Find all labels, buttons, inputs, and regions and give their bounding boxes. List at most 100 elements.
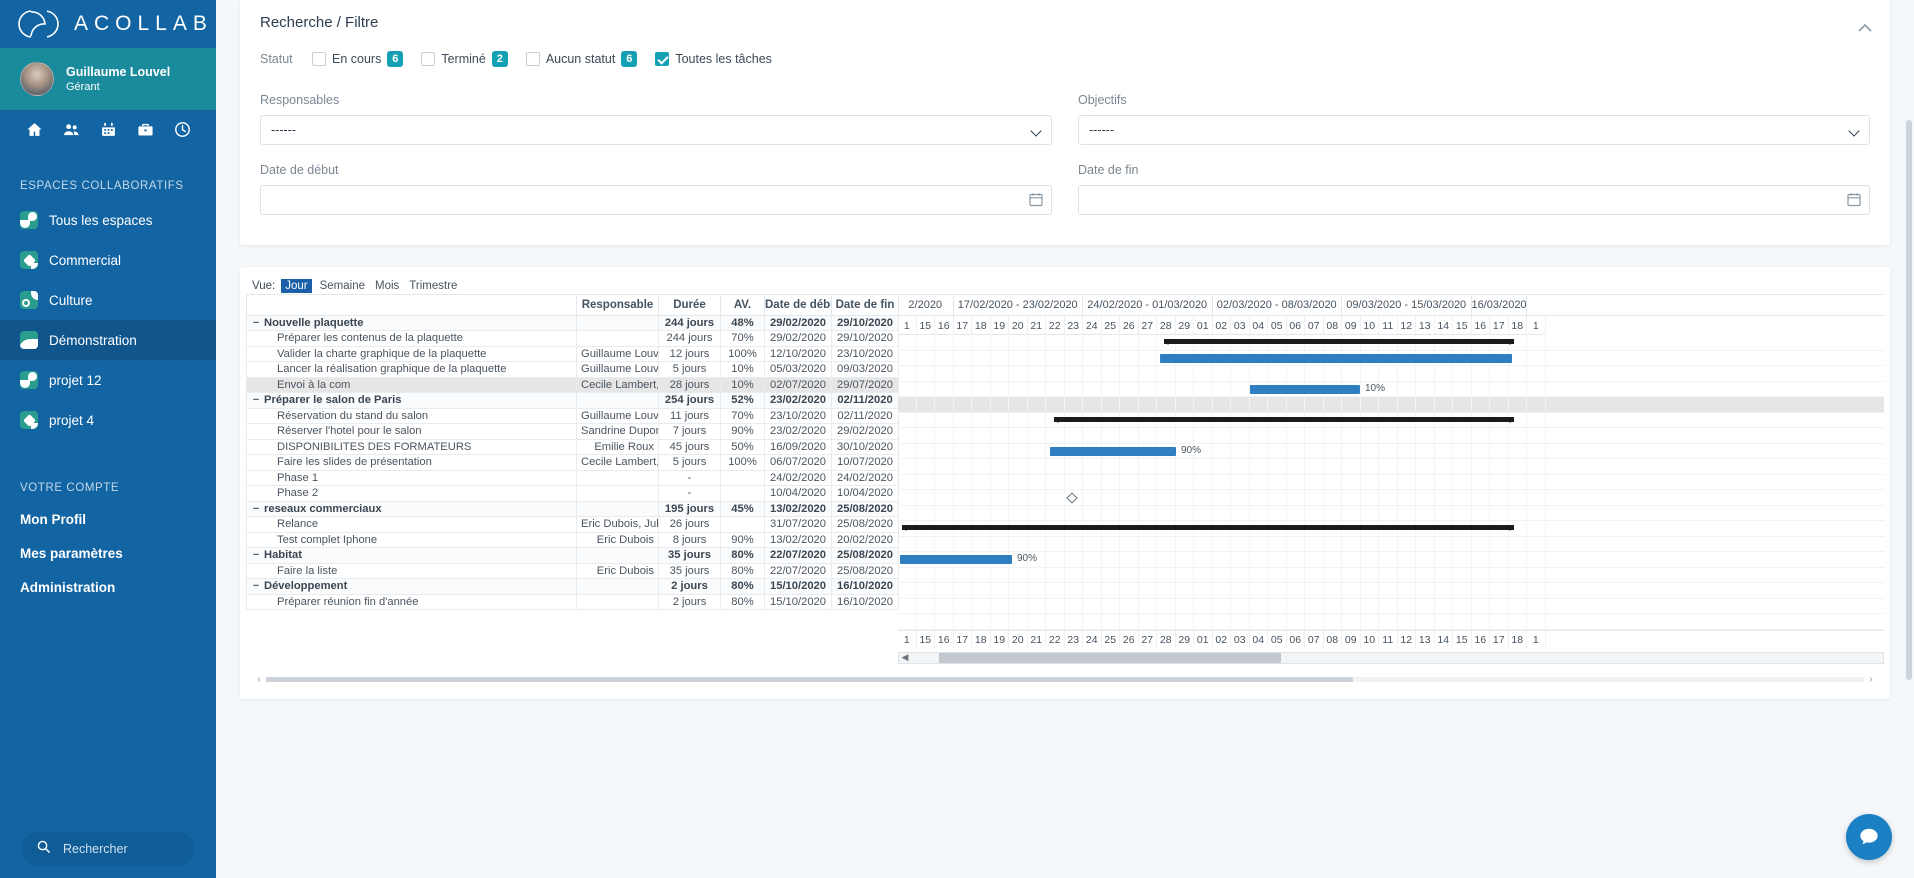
status-option-en-cours[interactable]: En cours 6 <box>312 51 404 67</box>
checkbox-aucun-statut[interactable] <box>525 52 540 66</box>
cell-task-name[interactable]: DISPONIBILITES DES FORMATEURS <box>246 438 577 455</box>
cell-task-name[interactable]: − Préparer le salon de Paris <box>246 392 577 409</box>
table-row[interactable]: Phase 1 - 24/02/2020 24/02/2020 <box>246 469 899 486</box>
scroll-right-icon[interactable]: › <box>1864 674 1878 685</box>
cell-task-name[interactable]: Réservation du stand du salon <box>246 407 577 424</box>
cell-task-name[interactable]: Valider la charte graphique de la plaque… <box>246 345 577 362</box>
date-fin-input[interactable] <box>1078 185 1870 215</box>
gantt-summary-bar[interactable] <box>1054 416 1514 423</box>
collapse-toggle-icon[interactable]: − <box>251 549 261 561</box>
scroll-thumb[interactable] <box>939 652 1281 663</box>
home-icon[interactable] <box>26 121 43 143</box>
table-row[interactable]: Lancer la réalisation graphique de la pl… <box>246 361 899 378</box>
col-av[interactable]: AV. <box>720 295 765 316</box>
cell-task-name[interactable]: Préparer les contenus de la plaquette <box>246 330 577 347</box>
table-row[interactable]: DISPONIBILITES DES FORMATEURS Emilie Roux… <box>246 438 899 455</box>
table-row[interactable]: Préparer les contenus de la plaquette 244… <box>246 330 899 347</box>
scroll-track[interactable] <box>266 676 1864 682</box>
table-row[interactable]: Réserver l'hotel pour le salon Sandrine D… <box>246 423 899 440</box>
table-row[interactable]: Envoi à la com Cecile Lambert, Le28 jours… <box>246 376 899 393</box>
table-row[interactable]: − Préparer le salon de Paris 254 jours 52% 2… <box>246 392 899 409</box>
cell-task-name[interactable]: − Nouvelle plaquette <box>246 314 577 331</box>
sidebar-item-projet-12[interactable]: projet 12 <box>0 360 216 400</box>
collapse-toggle-icon[interactable]: − <box>251 317 261 329</box>
view-option-mois[interactable]: Mois <box>373 280 401 292</box>
date-fin-wrap[interactable] <box>1078 185 1870 215</box>
gantt-task-bar[interactable] <box>1160 353 1512 363</box>
cell-task-name[interactable]: Préparer réunion fin d'année <box>246 593 577 610</box>
cell-task-name[interactable]: Lancer la réalisation graphique de la pl… <box>246 361 577 378</box>
cell-task-name[interactable]: − Développement <box>246 578 577 595</box>
cell-task-name[interactable]: Relance <box>246 516 577 533</box>
table-row[interactable]: Réservation du stand du salon Guillaume L… <box>246 407 899 424</box>
responsables-select[interactable]: ------ <box>260 115 1052 145</box>
table-row[interactable]: − Développement 2 jours 80% 15/10/2020 16/10/… <box>246 578 899 595</box>
gantt-task-bar[interactable] <box>1250 384 1360 394</box>
status-option-termine[interactable]: Terminé 2 <box>421 51 508 67</box>
page-scrollbar[interactable] <box>1906 120 1912 680</box>
sidebar-item-administration[interactable]: Administration <box>0 570 216 604</box>
cell-task-name[interactable]: Test complet Iphone <box>246 531 577 548</box>
user-card[interactable]: Guillaume Louvel Gérant <box>0 48 216 110</box>
scroll-thumb[interactable] <box>266 676 1353 682</box>
checkbox-termine[interactable] <box>421 52 436 66</box>
sidebar-item-mon-profil[interactable]: Mon Profil <box>0 502 216 536</box>
chevron-up-icon[interactable] <box>1858 20 1872 32</box>
search-input[interactable] <box>63 842 173 856</box>
objectifs-select-wrap[interactable]: ------ <box>1078 115 1870 145</box>
gantt-bottom-scrollbar[interactable]: ‹ › <box>252 674 1878 685</box>
sidebar-item-commercial[interactable]: Commercial <box>0 240 216 280</box>
scroll-left-icon[interactable]: ‹ <box>252 674 266 685</box>
gantt-task-bar[interactable] <box>1050 446 1176 456</box>
collapse-toggle-icon[interactable]: − <box>251 580 261 592</box>
gantt-task-bar[interactable] <box>900 555 1012 564</box>
view-option-trimestre[interactable]: Trimestre <box>407 280 459 292</box>
sidebar-item-demonstration[interactable]: Démonstration <box>0 320 216 360</box>
chat-bubble-icon[interactable] <box>1846 814 1892 860</box>
date-debut-input[interactable] <box>260 185 1052 215</box>
table-row[interactable]: Faire la liste Eric Dubois 35 jours 80% 22/0… <box>246 562 899 579</box>
status-option-aucun-statut[interactable]: Aucun statut 6 <box>525 51 638 67</box>
col-name[interactable] <box>246 295 577 316</box>
sidebar-item-mes-parametres[interactable]: Mes paramètres <box>0 536 216 570</box>
scroll-left-icon[interactable]: ◀ <box>899 652 911 664</box>
table-row[interactable]: Phase 2 - 10/04/2020 10/04/2020 <box>246 485 899 502</box>
table-row[interactable]: − reseaux commerciaux 195 jours 45% 13/02/20… <box>246 500 899 517</box>
gantt-summary-bar[interactable] <box>902 525 1514 531</box>
cell-task-name[interactable]: Faire les slides de présentation <box>246 454 577 471</box>
table-row[interactable]: Test complet Iphone Eric Dubois 8 jours 90%… <box>246 531 899 548</box>
cell-task-name[interactable]: Phase 2 <box>246 485 577 502</box>
briefcase-icon[interactable] <box>137 121 154 143</box>
sidebar-search[interactable] <box>22 832 194 866</box>
col-duree[interactable]: Durée <box>658 295 721 316</box>
objectifs-select[interactable]: ------ <box>1078 115 1870 145</box>
table-row[interactable]: − Habitat 35 jours 80% 22/07/2020 25/08/2020 <box>246 547 899 564</box>
collapse-toggle-icon[interactable]: − <box>251 503 261 515</box>
table-row[interactable]: Faire les slides de présentation Cecile L… <box>246 454 899 471</box>
brand-logo[interactable]: ACOLLAB <box>0 0 216 48</box>
status-option-toutes-les-taches[interactable]: Toutes les tâches <box>655 52 772 66</box>
date-debut-wrap[interactable] <box>260 185 1052 215</box>
cell-task-name[interactable]: − Habitat <box>246 547 577 564</box>
responsables-select-wrap[interactable]: ------ <box>260 115 1052 145</box>
cell-task-name[interactable]: Phase 1 <box>246 469 577 486</box>
sidebar-item-tous-les-espaces[interactable]: Tous les espaces <box>0 200 216 240</box>
table-row[interactable]: − Nouvelle plaquette 244 jours 48% 29/02/202… <box>246 314 899 331</box>
table-row[interactable]: Valider la charte graphique de la plaque… <box>246 345 899 362</box>
users-icon[interactable] <box>63 121 80 143</box>
checkbox-en-cours[interactable] <box>312 52 326 66</box>
gantt-summary-bar[interactable] <box>1164 339 1514 345</box>
cell-task-name[interactable]: Réserver l'hotel pour le salon <box>246 423 577 440</box>
cell-task-name[interactable]: Envoi à la com <box>246 376 577 393</box>
clock-icon[interactable] <box>174 121 191 143</box>
calendar-icon[interactable] <box>100 121 117 143</box>
sidebar-item-culture[interactable]: Culture <box>0 280 216 320</box>
cell-task-name[interactable]: − reseaux commerciaux <box>246 500 577 517</box>
col-date-fin[interactable]: Date de fin <box>831 295 899 316</box>
collapse-toggle-icon[interactable]: − <box>251 394 261 406</box>
cell-task-name[interactable]: Faire la liste <box>246 562 577 579</box>
checkbox-toutes-les-taches[interactable] <box>655 52 670 66</box>
timeline-hscrollbar[interactable]: ◀ <box>898 651 1884 664</box>
col-responsable[interactable]: Responsable <box>576 295 659 316</box>
sidebar-item-projet-4[interactable]: projet 4 <box>0 400 216 440</box>
